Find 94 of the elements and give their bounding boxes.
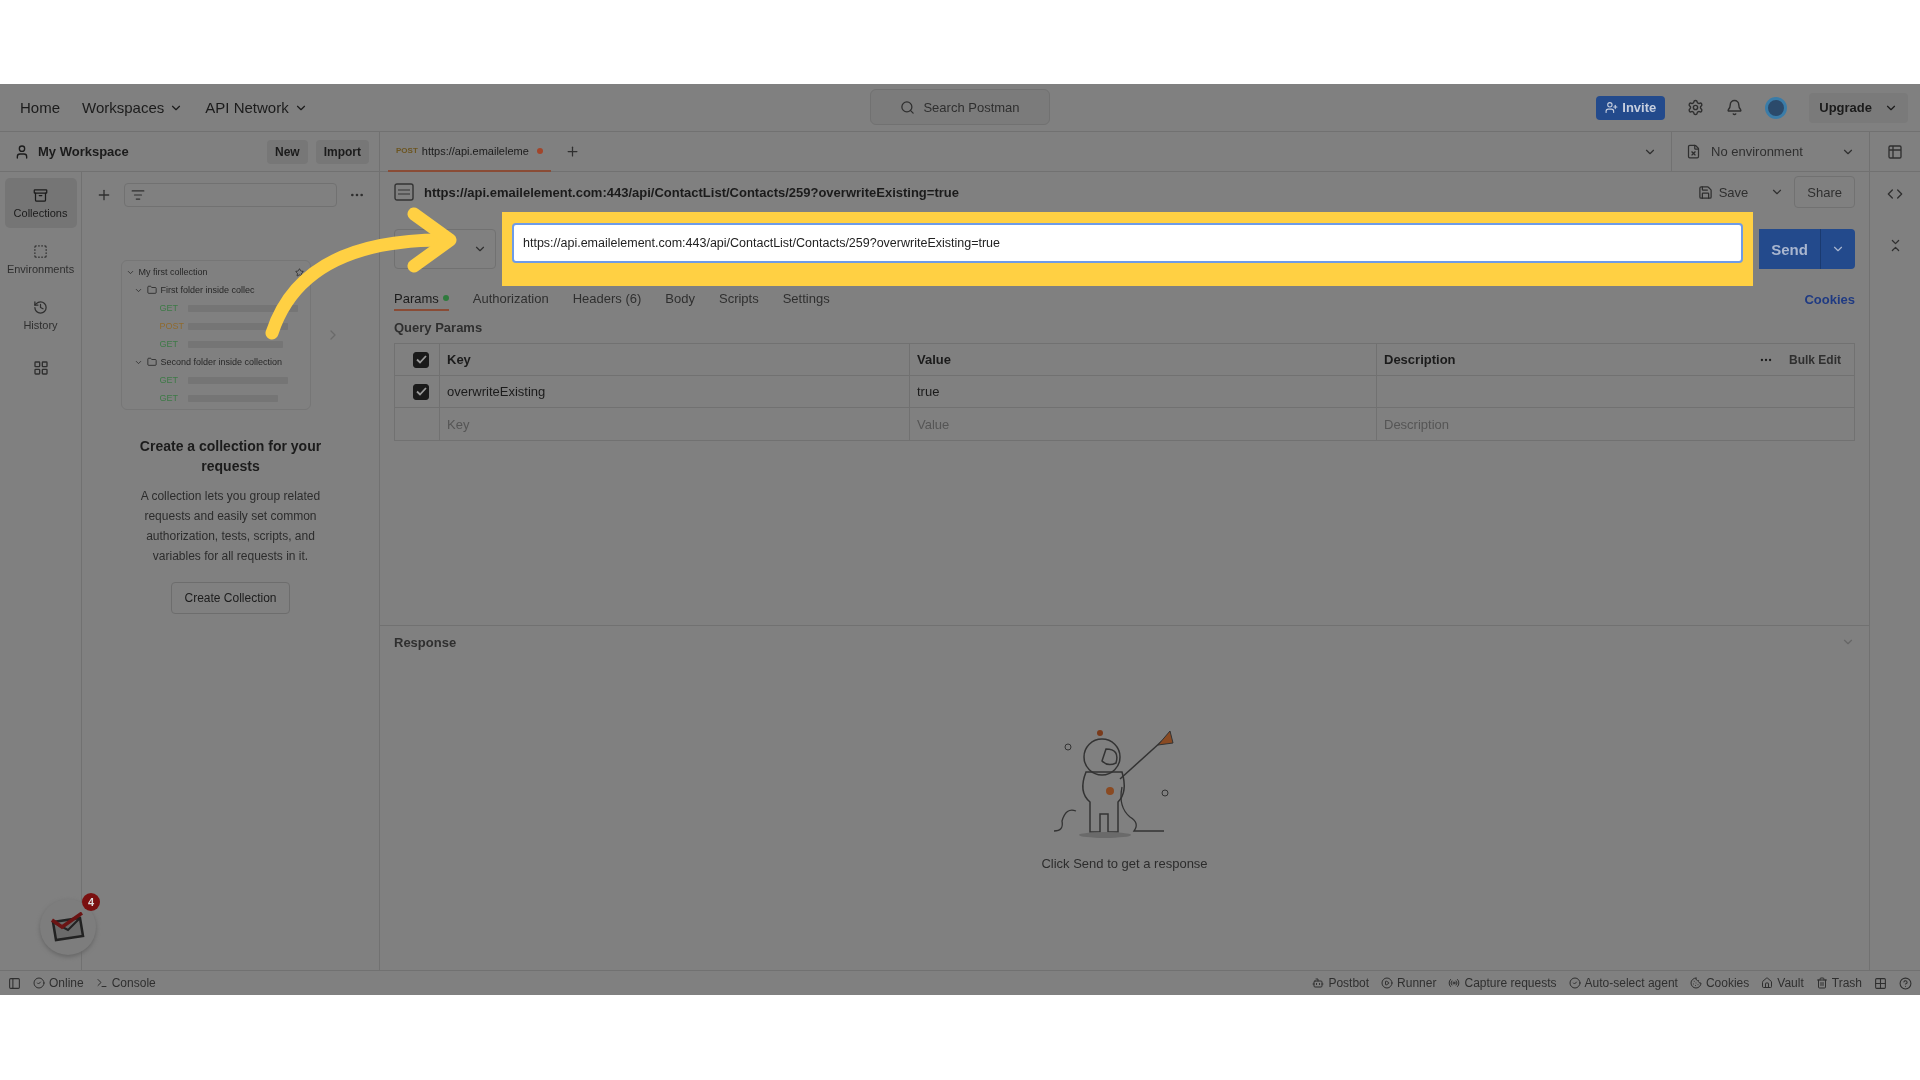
antenna-icon xyxy=(1448,977,1461,989)
cookie-icon xyxy=(1689,977,1702,989)
help-icon[interactable] xyxy=(1899,976,1912,990)
nav-menu-item[interactable]: Home xyxy=(20,99,60,116)
method-select[interactable] xyxy=(394,229,496,269)
online-icon xyxy=(33,977,45,989)
bell-icon[interactable] xyxy=(1726,99,1744,116)
table-cell: overwriteExisting xyxy=(439,376,909,408)
folder-name: First folder inside collec xyxy=(160,285,255,295)
status-bar-item[interactable]: Postbot xyxy=(1312,976,1370,990)
status-bar-item[interactable]: Console xyxy=(95,976,156,990)
request-tab[interactable]: POST https://api.emaileleme xyxy=(388,131,551,172)
method-label: GET xyxy=(159,375,179,385)
notification-badge: 4 xyxy=(82,893,100,911)
invite-button[interactable]: Invite xyxy=(1596,95,1666,120)
method-label: GET xyxy=(159,303,179,313)
status-bar-item[interactable]: Online xyxy=(33,976,84,990)
nav-menu-item[interactable]: Workspaces xyxy=(82,99,184,116)
plus-icon[interactable] xyxy=(564,144,580,159)
create-collection-button[interactable]: Create Collection xyxy=(171,582,290,614)
trash-icon xyxy=(1815,977,1828,989)
request-section-tab[interactable]: Headers (6) xyxy=(572,287,642,311)
no-file-icon xyxy=(1686,144,1701,159)
folder-name: Second folder inside collection xyxy=(160,357,283,367)
status-bar-item[interactable]: Vault xyxy=(1761,976,1804,990)
folder-icon xyxy=(146,357,157,367)
plus-icon[interactable] xyxy=(96,187,112,203)
share-button[interactable]: Share xyxy=(1794,176,1855,208)
folder-icon xyxy=(146,285,157,295)
empty-state-text: A collection lets you group related requests and easily set common authorization, tests, scripts, and variables for all requests in it. xyxy=(139,488,322,565)
bot-icon xyxy=(1312,977,1325,989)
console-icon xyxy=(95,977,108,989)
sidebar-tab[interactable]: Environments xyxy=(4,234,77,284)
sidebar-tab[interactable]: History xyxy=(4,290,77,340)
column-header: Key xyxy=(447,352,472,367)
status-bar-item[interactable]: Auto-select agent xyxy=(1568,976,1678,990)
search-placeholder: Search Postman xyxy=(923,99,1020,115)
request-section-tab[interactable]: Body xyxy=(665,287,695,311)
cookies-link[interactable]: Cookies xyxy=(1804,291,1855,307)
user-icon xyxy=(14,143,30,160)
sidebar-toggle-icon[interactable] xyxy=(8,976,21,990)
star-icon xyxy=(294,267,304,277)
avatar[interactable] xyxy=(1765,96,1788,119)
status-bar-item[interactable]: Trash xyxy=(1815,976,1862,990)
column-header: Description xyxy=(1384,352,1457,367)
request-section-tab[interactable]: Params xyxy=(394,287,449,311)
import-button[interactable]: Import xyxy=(315,139,369,164)
new-button[interactable]: New xyxy=(266,139,308,164)
history-icon xyxy=(33,299,48,315)
add-user-icon xyxy=(1605,101,1619,114)
upgrade-button[interactable]: Upgrade xyxy=(1809,92,1908,123)
environment-selector[interactable]: No environment xyxy=(1671,131,1870,172)
request-title: https://api.emailelement.com:443/api/ContactList/Contacts/259?overwriteExisting=true xyxy=(424,184,960,200)
grid-plus-icon[interactable] xyxy=(32,360,49,376)
tray-icon xyxy=(33,187,48,203)
save-button[interactable]: Save xyxy=(1685,176,1761,208)
status-bar-item[interactable]: Cookies xyxy=(1689,976,1750,990)
checkbox[interactable] xyxy=(413,383,429,400)
response-title: Response xyxy=(394,634,457,650)
request-section-tab[interactable]: Settings xyxy=(782,287,830,311)
section-title: Query Params xyxy=(394,320,484,335)
collection-name: My first collection xyxy=(138,267,209,277)
request-section-tab[interactable]: Scripts xyxy=(718,287,759,311)
empty-state-title: Create a collection for your requests xyxy=(138,437,323,476)
request-section-tab[interactable]: Authorization xyxy=(472,287,549,311)
method-label: GET xyxy=(159,393,179,403)
status-bar-item[interactable]: Capture requests xyxy=(1448,976,1557,990)
variables-icon[interactable] xyxy=(1887,143,1903,160)
empty-response-text: Click Send to get a response xyxy=(1041,856,1208,871)
envelope-check-icon xyxy=(50,912,86,942)
workspace-name: My Workspace xyxy=(38,144,130,159)
method-label: POST xyxy=(159,321,184,331)
sidebar-tab[interactable]: Collections xyxy=(4,178,77,228)
code-icon[interactable] xyxy=(1887,186,1903,202)
filter-field[interactable] xyxy=(124,183,337,207)
grid-icon[interactable] xyxy=(1874,976,1887,990)
bulk-edit-button[interactable]: Bulk Edit xyxy=(1783,351,1847,368)
mail-widget[interactable] xyxy=(40,899,96,955)
checkmark-icon xyxy=(415,355,427,364)
save-icon xyxy=(1697,184,1713,200)
play-icon xyxy=(1381,977,1394,989)
table-cell: true xyxy=(909,376,1376,408)
filter-icon xyxy=(131,188,145,202)
search-field[interactable]: Search Postman xyxy=(870,89,1050,125)
nav-menu-item[interactable]: API Network xyxy=(205,99,308,116)
check-circle-icon xyxy=(1568,977,1581,989)
column-header: Value xyxy=(917,352,952,367)
status-bar-item[interactable]: Runner xyxy=(1381,976,1437,990)
checkbox[interactable] xyxy=(413,351,429,368)
checkmark-icon xyxy=(415,387,427,396)
settings-icon[interactable] xyxy=(1687,99,1705,116)
method-label: GET xyxy=(159,339,179,349)
search-icon xyxy=(900,99,916,115)
url-input[interactable]: https://api.emailelement.com:443/api/ContactList/Contacts/259?overwriteExisting=true xyxy=(512,223,1743,263)
